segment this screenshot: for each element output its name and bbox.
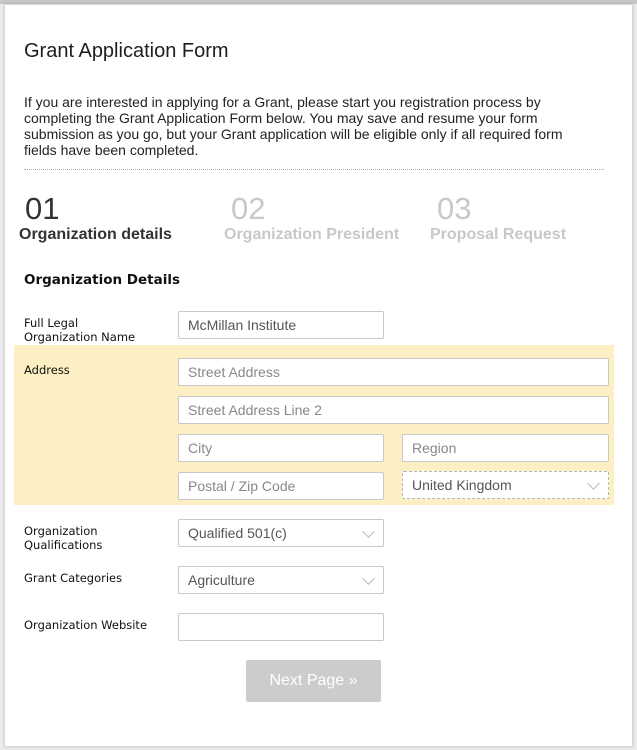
step-2[interactable]: 02 Organization President [224, 191, 399, 244]
step-label: Organization details [19, 226, 172, 243]
step-number: 02 [231, 191, 266, 226]
postal-code-input[interactable]: Postal / Zip Code [178, 472, 384, 500]
step-number: 03 [437, 191, 472, 226]
step-number: 01 [25, 191, 60, 226]
country-select[interactable]: United Kingdom [402, 471, 609, 499]
categories-label: Grant Categories [24, 571, 123, 585]
form-title: Grant Application Form [24, 40, 229, 62]
next-page-button[interactable]: Next Page » [246, 660, 381, 702]
categories-select[interactable]: Agriculture [178, 566, 384, 594]
org-name-label: Full Legal Organization Name [24, 316, 136, 344]
address-label: Address [24, 363, 70, 377]
website-input[interactable] [178, 613, 384, 641]
chevron-down-icon [362, 525, 375, 538]
qualifications-select[interactable]: Qualified 501(c) [178, 519, 384, 547]
divider [24, 169, 604, 170]
region-input[interactable]: Region [402, 434, 609, 462]
qualifications-label: Organization Qualifications [24, 524, 103, 552]
qualifications-value: Qualified 501(c) [188, 525, 287, 541]
step-1[interactable]: 01 Organization details [19, 191, 172, 244]
categories-value: Agriculture [188, 572, 255, 588]
country-value: United Kingdom [412, 477, 512, 493]
chevron-down-icon [362, 572, 375, 585]
section-title: Organization Details [24, 272, 180, 288]
website-label: Organization Website [24, 618, 148, 632]
form-intro: If you are interested in applying for a … [24, 94, 563, 158]
chevron-down-icon [587, 477, 600, 490]
street-address-line2-input[interactable]: Street Address Line 2 [178, 396, 609, 424]
step-label: Organization President [224, 226, 400, 243]
org-name-input[interactable]: McMillan Institute [178, 311, 384, 339]
step-3[interactable]: 03 Proposal Request [430, 191, 566, 244]
step-label: Proposal Request [430, 226, 567, 243]
street-address-input[interactable]: Street Address [178, 358, 609, 386]
city-input[interactable]: City [178, 434, 384, 462]
